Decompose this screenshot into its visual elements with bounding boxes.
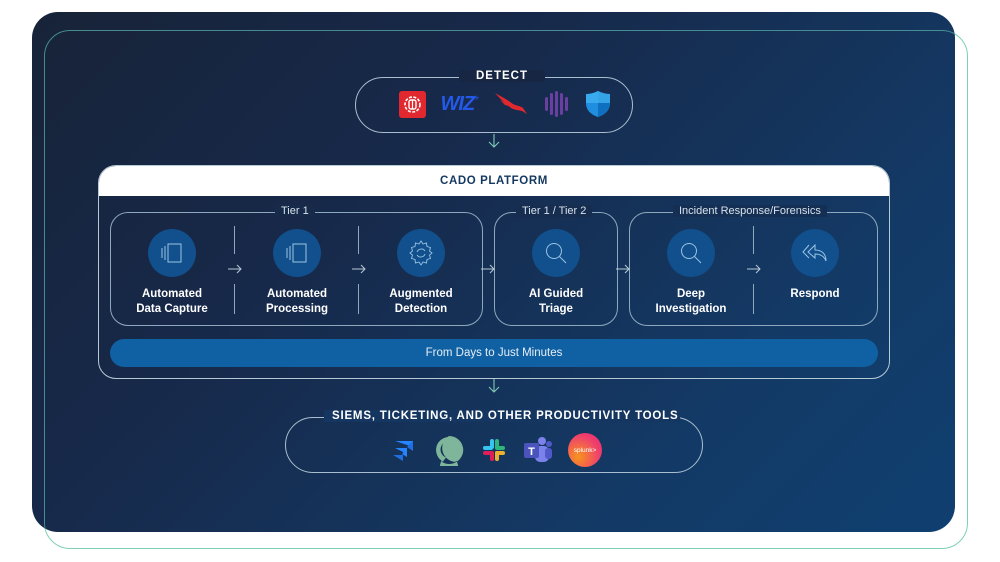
separator: [234, 284, 236, 314]
step-label-line2: Data Capture: [136, 303, 208, 315]
step-augmented-detection: Augmented Detection: [361, 229, 481, 317]
step-label-line1: AI Guided: [528, 288, 584, 300]
separator: [753, 226, 755, 254]
step-icon-circle: [273, 229, 321, 277]
step-icon-circle: [397, 229, 445, 277]
step-ai-guided-triage: AI Guided Triage: [496, 229, 616, 317]
svg-text:T: T: [528, 446, 535, 458]
purple-bars-logo: [542, 90, 570, 118]
time-savings-banner: From Days to Just Minutes: [110, 339, 878, 367]
arrow-right-icon: [481, 264, 495, 274]
search-icon: [546, 243, 567, 264]
step-label-line1: Augmented: [389, 288, 453, 300]
separator: [358, 284, 360, 314]
gear-sync-icon: [409, 240, 433, 266]
separator: [753, 284, 755, 314]
tools-logos: T splunk>: [390, 433, 602, 467]
separator: [358, 226, 360, 254]
jira-logo: [390, 436, 418, 464]
banner-text: From Days to Just Minutes: [425, 347, 563, 359]
step-label-line1: Deep: [676, 288, 706, 300]
detect-logos: WIZ +: [398, 90, 612, 118]
splunk-logo: splunk>: [568, 433, 602, 467]
step-icon-circle: [148, 229, 196, 277]
reply-all-icon: [802, 243, 827, 262]
processing-icon: [286, 243, 307, 263]
step-label-line2: Processing: [266, 303, 328, 315]
search-icon: [681, 243, 702, 264]
platform-title: CADO PLATFORM: [440, 175, 548, 187]
red-gear-shield-logo: [398, 90, 426, 118]
step-deep-investigation: Deep Investigation: [631, 229, 751, 317]
step-icon-circle: [791, 229, 839, 277]
step-automated-processing: Automated Processing: [237, 229, 357, 317]
microsoft-defender-shield-logo: [584, 90, 612, 118]
wiz-logo: WIZ +: [440, 92, 480, 115]
step-automated-data-capture: Automated Data Capture: [112, 229, 232, 317]
detect-title: DETECT: [459, 70, 545, 82]
capture-icon: [161, 243, 182, 263]
green-ring-logo: [433, 434, 465, 466]
group-label-incident-response: Incident Response/Forensics: [673, 205, 827, 217]
arrow-down-icon: [488, 379, 500, 393]
platform-header: CADO PLATFORM: [99, 166, 889, 196]
arrow-right-icon: [616, 264, 630, 274]
step-icon-circle: [532, 229, 580, 277]
wiz-logo-text: WIZ: [440, 92, 476, 115]
tools-title: SIEMS, TICKETING, AND OTHER PRODUCTIVITY…: [324, 410, 680, 422]
slack-logo: [480, 436, 508, 464]
arrow-down-icon: [488, 134, 500, 148]
step-label-line2: Triage: [539, 303, 573, 315]
step-label-line1: Automated: [141, 288, 203, 300]
separator: [234, 226, 236, 254]
microsoft-teams-logo: T: [523, 436, 553, 464]
step-label-line1: Respond: [790, 288, 840, 300]
group-label-tier-1-2: Tier 1 / Tier 2: [516, 205, 593, 217]
crowdstrike-falcon-logo: [494, 90, 528, 118]
step-label-line2: Detection: [394, 303, 448, 315]
step-respond: Respond: [755, 229, 875, 302]
step-label-line2: Investigation: [655, 303, 727, 315]
group-label-tier-1: Tier 1: [275, 205, 315, 217]
splunk-logo-text: splunk>: [573, 446, 597, 454]
step-icon-circle: [667, 229, 715, 277]
step-label-line1: Automated: [266, 288, 328, 300]
